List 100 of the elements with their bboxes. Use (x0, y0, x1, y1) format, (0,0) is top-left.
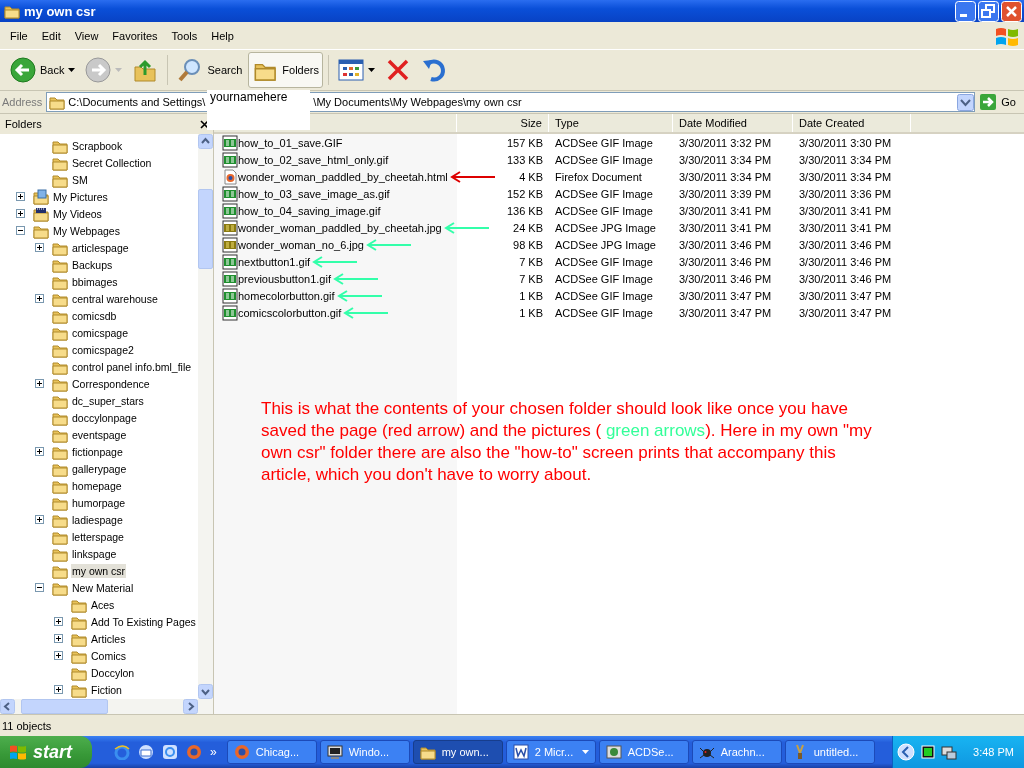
expand-icon[interactable] (35, 243, 44, 252)
tree-item[interactable]: articlespage (71, 240, 130, 255)
column-header[interactable]: Type (549, 114, 673, 132)
expand-icon[interactable] (35, 515, 44, 524)
expand-icon[interactable] (16, 192, 25, 201)
tree-item[interactable]: gallerypage (71, 461, 128, 476)
minimize-button[interactable] (955, 0, 976, 22)
scroll-right-button[interactable] (183, 699, 198, 714)
tree-item[interactable]: ladiespage (71, 512, 124, 527)
taskbar-button[interactable]: untitled... (784, 740, 875, 764)
tree-item[interactable]: New Material (71, 580, 135, 595)
tree-item[interactable]: Articles (90, 631, 127, 646)
taskbar-button[interactable]: ACDSe... (598, 740, 689, 764)
tree-item[interactable]: Add To Existing Pages (90, 614, 197, 629)
file-name[interactable]: how_to_02_save_html_only.gif (238, 153, 389, 166)
menu-item[interactable]: File (3, 29, 35, 42)
menu-item[interactable]: Edit (34, 29, 68, 42)
file-name[interactable]: homecolorbutton.gif (238, 289, 335, 302)
scroll-up-button[interactable] (198, 134, 213, 149)
tree-item[interactable]: homepage (71, 478, 123, 493)
column-header[interactable]: Date Created (793, 114, 911, 132)
browser-icon[interactable] (162, 744, 178, 760)
file-name[interactable]: comicscolorbutton.gif (238, 306, 342, 319)
tree-item[interactable]: Comics (90, 648, 127, 663)
tree-item[interactable]: comicsdb (71, 308, 118, 323)
close-icon[interactable] (200, 119, 209, 129)
network-icon[interactable] (941, 744, 958, 760)
search-button[interactable]: Search (173, 52, 247, 88)
tree-item[interactable]: my own csr (71, 563, 127, 578)
expand-icon[interactable] (54, 617, 63, 626)
start-button[interactable]: start (0, 736, 92, 768)
tree-item[interactable]: bbimages (71, 274, 119, 289)
taskbar-button[interactable]: Chicag... (226, 740, 317, 764)
tree-item[interactable]: control panel info.bml_file (71, 359, 193, 374)
tree-item[interactable]: doccylonpage (71, 410, 138, 425)
menu-item[interactable]: View (67, 29, 106, 42)
taskbar-button[interactable]: Arachn... (691, 740, 782, 764)
restore-button[interactable] (978, 0, 999, 22)
tree-item[interactable]: linkspage (71, 546, 118, 561)
tree-item[interactable]: fictionpage (71, 444, 124, 459)
file-name[interactable]: how_to_04_saving_image.gif (238, 204, 381, 217)
back-button[interactable]: Back (6, 52, 80, 88)
scroll-thumb[interactable] (198, 189, 213, 269)
file-name[interactable]: nextbutton1.gif (238, 255, 311, 268)
dropdown-button[interactable] (957, 93, 975, 111)
expand-icon[interactable] (35, 447, 44, 456)
size-cell-text: 1 KB (518, 306, 544, 319)
tree-item[interactable]: Aces (90, 597, 116, 612)
file-name[interactable]: how_to_03_save_image_as.gif (238, 187, 390, 200)
expand-icon[interactable] (35, 379, 44, 388)
more-button[interactable]: » (210, 745, 217, 759)
file-name[interactable]: wonder_woman_paddled_by_cheetah.jpg (238, 221, 442, 234)
folders-button[interactable]: Folders (248, 52, 323, 88)
menu-item[interactable]: Tools (164, 29, 205, 42)
show-hidden-icons-button[interactable] (897, 743, 916, 761)
collapse-icon[interactable] (16, 226, 25, 235)
scroll-down-button[interactable] (198, 684, 213, 699)
tree-item[interactable]: humorpage (71, 495, 127, 510)
mail-icon[interactable] (138, 744, 154, 760)
close-button[interactable] (1001, 0, 1022, 22)
expand-icon[interactable] (54, 651, 63, 660)
expand-icon[interactable] (54, 634, 63, 643)
tree-item[interactable]: central warehouse (71, 291, 159, 306)
file-name[interactable]: wonder_woman_no_6.jpg (238, 238, 364, 251)
column-header[interactable]: Size (457, 114, 549, 132)
tree-item[interactable]: Scrapbook (71, 138, 124, 153)
expand-icon[interactable] (35, 294, 44, 303)
file-name[interactable]: how_to_01_save.GIF (238, 136, 343, 149)
scroll-left-button[interactable] (0, 699, 15, 714)
file-name[interactable]: previousbutton1.gif (238, 272, 331, 285)
tree-item[interactable]: comicspage2 (71, 342, 135, 357)
expand-icon[interactable] (54, 685, 63, 694)
tree-item[interactable]: comicspage (71, 325, 130, 340)
browser-icon[interactable] (114, 744, 130, 760)
vertical-scrollbar[interactable] (198, 134, 213, 699)
tree-item[interactable]: My Webpages (52, 223, 121, 238)
menu-item[interactable]: Favorites (105, 29, 165, 42)
tree-item[interactable]: letterspage (71, 529, 125, 544)
tree-item[interactable]: My Pictures (52, 189, 109, 204)
tree-item[interactable]: SM (71, 172, 89, 187)
taskbar-button[interactable]: my own... (412, 740, 503, 764)
taskbar-button[interactable]: 2 Micr... (505, 740, 596, 764)
tree-item[interactable]: Correspondence (71, 376, 151, 391)
tree-item[interactable]: My Videos (52, 206, 103, 221)
tree-item[interactable]: Doccylon (90, 665, 136, 680)
file-name[interactable]: wonder_woman_paddled_by_cheetah.html (238, 170, 448, 183)
scroll-thumb[interactable] (21, 699, 108, 714)
taskbar-button[interactable]: Windo... (319, 740, 410, 764)
tree-item[interactable]: eventspage (71, 427, 128, 442)
menu-item[interactable]: Help (204, 29, 241, 42)
tree-item[interactable]: Backups (71, 257, 114, 272)
go-button[interactable]: Go (979, 93, 1022, 111)
monitor-icon[interactable] (921, 745, 936, 759)
tree-item[interactable]: Secret Collection (71, 155, 153, 170)
expand-icon[interactable] (16, 209, 25, 218)
tree-item[interactable]: Fiction (90, 682, 123, 697)
column-header[interactable]: Date Modified (673, 114, 793, 132)
horizontal-scrollbar[interactable] (0, 699, 213, 714)
tree-item[interactable]: dc_super_stars (71, 393, 145, 408)
collapse-icon[interactable] (35, 583, 44, 592)
